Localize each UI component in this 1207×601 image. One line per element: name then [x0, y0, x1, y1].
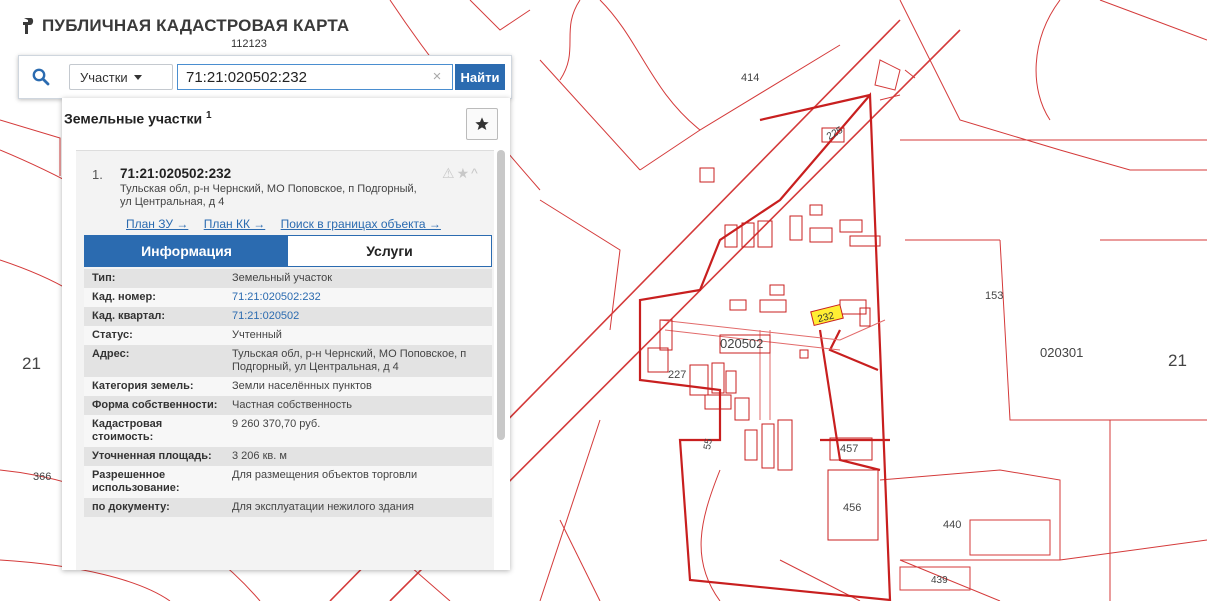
tab-services[interactable]: Услуги [288, 236, 491, 266]
info-row-value: Тульская обл, р-н Чернский, МО Поповское… [224, 345, 492, 377]
result-number: 1. [92, 167, 103, 182]
info-row: Кадастровая стоимость: 9 260 370,70 руб. [84, 415, 492, 447]
chevron-down-icon [133, 74, 142, 80]
results-panel: Земельные участки 1 1. 71:21:020502:232 … [62, 98, 510, 570]
quarter-label-020301: 020301 [1040, 345, 1083, 360]
info-row-value: Частная собственность [224, 396, 492, 415]
info-row: Кад. номер: 71:21:020502:232 [84, 288, 492, 307]
result-actions: ⚠★^ [442, 165, 480, 182]
search-type-dropdown[interactable]: Участки [69, 64, 173, 90]
search-type-label: Участки [80, 69, 128, 85]
info-tabs: Информация Услуги [84, 235, 492, 267]
favorites-button[interactable] [466, 108, 498, 140]
info-row-key: Разрешенное использование: [84, 466, 224, 498]
info-row-value: Учтенный [224, 326, 492, 345]
parcel-label-439: 439 [931, 575, 948, 586]
info-row: Тип: Земельный участок [84, 269, 492, 288]
search-icon[interactable] [19, 56, 63, 98]
plan-kk-link[interactable]: План КК → [204, 217, 266, 231]
info-row-value: Земельный участок [224, 269, 492, 288]
info-row-key: Адрес: [84, 345, 224, 377]
info-row: по документу: Для эксплуатации нежилого з… [84, 498, 492, 517]
result-links: План ЗУ → План КК → Поиск в границах объ… [126, 217, 453, 231]
parcel-label-366: 366 [33, 471, 51, 483]
parcel-label-227: 227 [668, 369, 686, 381]
parcel-label-153: 153 [985, 290, 1003, 302]
result-cad-number: 71:21:020502:232 [120, 166, 232, 181]
info-row: Разрешенное использование: Для размещения… [84, 466, 492, 498]
header-sublabel: 112123 [231, 38, 267, 50]
info-row-key: Кад. квартал: [84, 307, 224, 326]
tab-information[interactable]: Информация [85, 236, 288, 266]
info-row-key: Форма собственности: [84, 396, 224, 415]
results-count: 1 [205, 110, 212, 121]
panel-title-text: Земельные участки [64, 110, 203, 127]
favorite-star-icon[interactable]: ★ [457, 165, 472, 181]
info-row-value-link[interactable]: 71:21:020502 [224, 307, 492, 326]
result-item[interactable]: 1. 71:21:020502:232 Тульская обл, р-н Че… [76, 150, 494, 570]
panel-title: Земельные участки 1 [64, 110, 212, 127]
info-table: Тип: Земельный участок Кад. номер: 71:21:02… [84, 269, 492, 517]
info-row: Форма собственности: Частная собственност… [84, 396, 492, 415]
info-row-value: Для размещения объектов торговли [224, 466, 492, 498]
warning-icon[interactable]: ⚠ [442, 165, 457, 181]
info-row: Статус: Учтенный [84, 326, 492, 345]
app-logo: ПУБЛИЧНАЯ КАДАСТРОВАЯ КАРТА [22, 16, 349, 36]
app-title: ПУБЛИЧНАЯ КАДАСТРОВАЯ КАРТА [42, 16, 350, 35]
search-within-object-link[interactable]: Поиск в границах объекта → [281, 217, 441, 231]
star-icon [475, 117, 489, 130]
district-label-left: 21 [22, 354, 41, 373]
info-row: Категория земель: Земли населённых пункто… [84, 377, 492, 396]
info-row-value: 3 206 кв. м [224, 447, 492, 466]
plan-zu-link[interactable]: План ЗУ → [126, 217, 188, 231]
info-row: Кад. квартал: 71:21:020502 [84, 307, 492, 326]
info-row-key: Категория земель: [84, 377, 224, 396]
info-row-value: Для эксплуатации нежилого здания [224, 498, 492, 517]
info-row: Адрес: Тульская обл, р-н Чернский, МО Поп… [84, 345, 492, 377]
info-row: Уточненная площадь: 3 206 кв. м [84, 447, 492, 466]
info-row-value: Земли населённых пунктов [224, 377, 492, 396]
info-row-key: Кад. номер: [84, 288, 224, 307]
info-row-key: Тип: [84, 269, 224, 288]
clear-icon[interactable]: × [429, 68, 445, 86]
result-address: Тульская обл, р-н Чернский, МО Поповское… [120, 183, 417, 208]
info-row-key: Уточненная площадь: [84, 447, 224, 466]
quarter-label-020502: 020502 [720, 336, 763, 351]
panel-scrollbar[interactable] [497, 150, 505, 440]
info-row-key: по документу: [84, 498, 224, 517]
parcel-label-440: 440 [943, 519, 961, 531]
parcel-label-414: 414 [741, 72, 759, 84]
search-bar: Участки × Найти [18, 55, 512, 99]
info-row-value-link[interactable]: 71:21:020502:232 [224, 288, 492, 307]
parcel-label-457: 457 [840, 443, 858, 455]
logo-icon [23, 18, 34, 34]
district-label-right: 21 [1168, 351, 1187, 370]
info-row-key: Статус: [84, 326, 224, 345]
parcel-label-456: 456 [843, 502, 861, 514]
info-row-value: 9 260 370,70 руб. [224, 415, 492, 447]
chevron-up-icon[interactable]: ^ [471, 165, 480, 181]
search-input[interactable] [177, 64, 453, 90]
find-button[interactable]: Найти [455, 64, 505, 90]
info-row-key: Кадастровая стоимость: [84, 415, 224, 447]
